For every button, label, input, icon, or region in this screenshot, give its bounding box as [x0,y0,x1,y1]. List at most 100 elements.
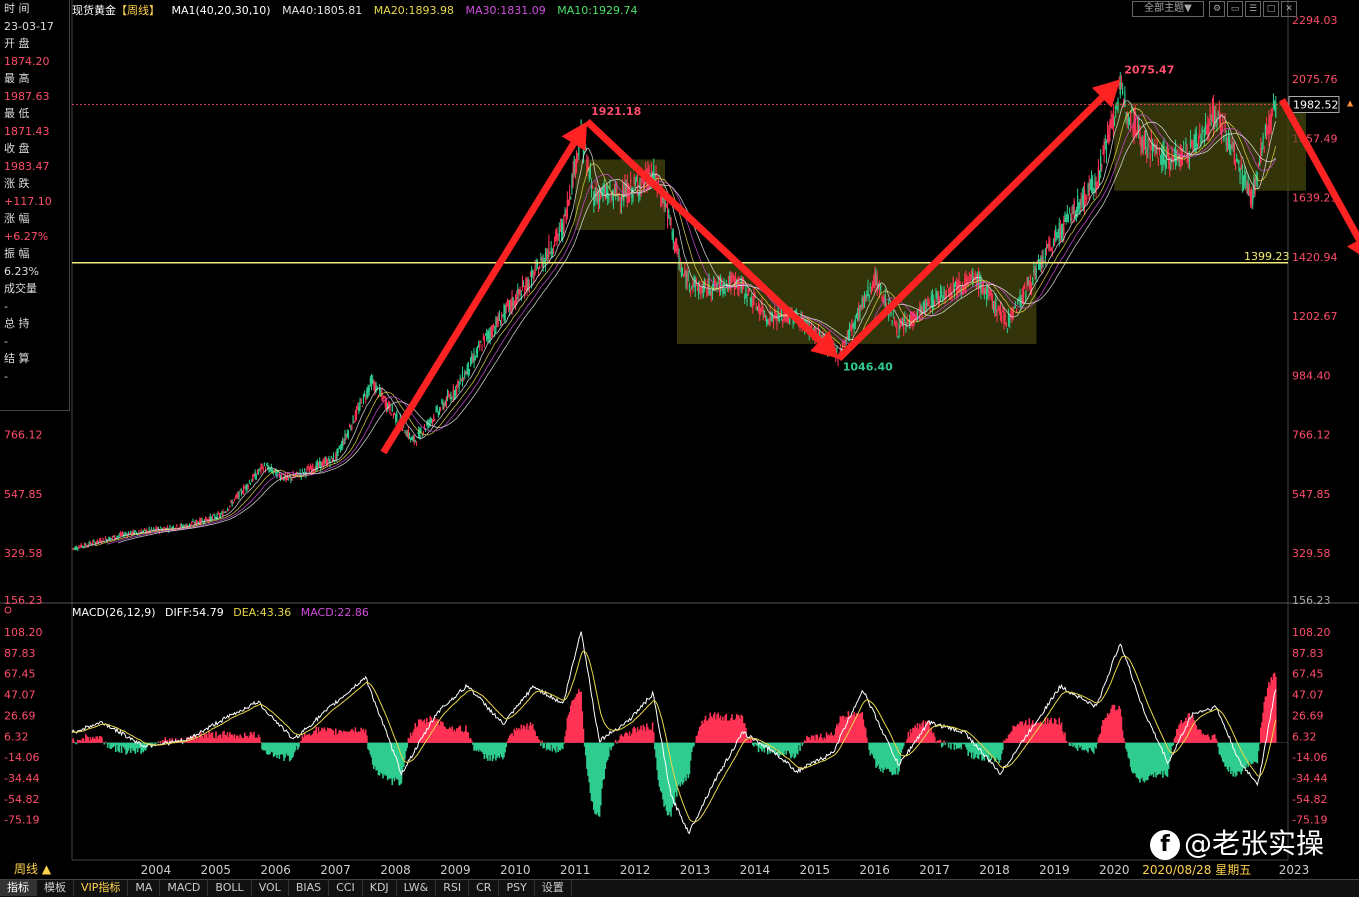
candle-body [762,311,764,318]
candle-body [179,524,181,528]
tab-indicator[interactable]: VIP指标 [74,880,129,896]
candle-body [891,321,893,323]
tab-indicator[interactable]: RSI [436,880,470,896]
tab-indicator[interactable]: LW& [397,880,437,896]
candle-body [1157,160,1159,162]
candle-body [1225,134,1227,146]
candle-body [191,522,193,525]
candle-body [1115,107,1117,109]
candle-body [504,306,506,321]
y-tick-label-left: 547.85 [4,488,43,501]
current-price-label: 1982.52 [1293,99,1339,112]
tab-indicator[interactable]: BIAS [289,880,330,896]
candle-body [1234,160,1237,164]
candle-body [577,153,579,155]
close-icon[interactable]: ✕ [1281,1,1297,17]
tab-indicator[interactable]: 设置 [535,880,572,896]
x-tick-label: 2023 [1279,863,1310,877]
candle-body [1173,148,1176,157]
tab-indicator[interactable]: 指标 [0,880,37,896]
candle-body [244,487,246,489]
macd-y-tick-label: 67.45 [1292,668,1324,681]
macd-y-tick-label-left: -34.44 [4,772,39,785]
candle-body [700,293,702,296]
candle-body [458,381,460,389]
tab-indicator[interactable]: CCI [329,880,363,896]
candle-body [324,459,327,461]
candle-body [323,459,325,465]
candle-body [1105,146,1108,154]
candle-body [435,409,437,412]
candle-body [766,320,768,323]
x-tick-label: 2004 [141,863,172,877]
candle-body [1113,117,1116,120]
minimize-icon[interactable]: ▭ [1227,1,1243,17]
candle-body [434,419,436,420]
tab-indicator[interactable]: 模板 [37,880,74,896]
candle-body [251,480,253,482]
candle-body [245,484,247,490]
x-tick-label: 2012 [620,863,651,877]
candle-body [1249,190,1252,204]
tab-indicator[interactable]: CR [469,880,500,896]
candle-body [1136,117,1139,131]
candle-body [722,288,724,293]
macd-title[interactable]: MACD(26,12,9) [72,606,156,619]
candle-body [764,314,767,318]
menu-icon[interactable]: ☰ [1245,1,1261,17]
candle-body [1192,141,1194,144]
candle-body [82,546,85,548]
candle-body [1209,109,1211,121]
candle-body [1068,208,1071,211]
candle-body [990,292,992,300]
tab-indicator[interactable]: KDJ [363,880,397,896]
candle-body [559,225,562,226]
candle-body [503,306,505,319]
candle-body [413,436,415,443]
candle-body [1265,124,1268,140]
info-value: +117.10 [4,194,52,208]
tab-indicator[interactable]: PSY [499,880,535,896]
candle-body [1052,240,1055,248]
maximize-icon[interactable]: □ [1263,1,1279,17]
candle-body [566,199,568,217]
ma-config-label[interactable]: MA1(40,20,30,10) [172,4,271,17]
candle-body [672,231,674,243]
candle-body [143,528,146,530]
candle-body [369,378,371,383]
candle-body [230,501,232,502]
candle-body [899,323,901,328]
candle-body [1215,113,1217,119]
candle-body [101,542,103,544]
tab-indicator[interactable]: MACD [160,880,209,896]
candle-body [1066,211,1068,222]
candle-body [1002,311,1004,312]
candle-body [539,266,541,269]
y-tick-label: 766.12 [1292,429,1331,442]
candle-body [525,277,527,290]
symbol-name: 现货黄金 [72,4,116,17]
peak1-label: 1921.18 [591,105,641,118]
candle-body [232,501,234,504]
candle-body [1245,180,1247,182]
period-button[interactable]: 周线 ▲ [0,861,69,878]
candle-body [285,476,287,480]
candle-body [1261,146,1263,153]
tab-indicator[interactable]: VOL [252,880,289,896]
info-value: 1983.47 [4,159,50,173]
candle-body [597,191,600,205]
candle-body [654,177,656,179]
theme-dropdown[interactable]: 全部主题▼ [1132,1,1204,17]
candle-body [1036,261,1038,263]
candle-body [229,505,231,507]
tab-indicator[interactable]: MA [128,880,161,896]
candle-body [1086,197,1088,200]
tab-indicator[interactable]: BOLL [208,880,252,896]
settings-icon[interactable]: ⚙ [1209,1,1225,17]
trend-arrow-shaft [380,141,577,455]
candle-body [916,310,919,317]
candle-body [900,323,903,326]
candle-body [747,288,749,296]
candle-body [858,307,860,318]
candle-body [670,217,672,227]
